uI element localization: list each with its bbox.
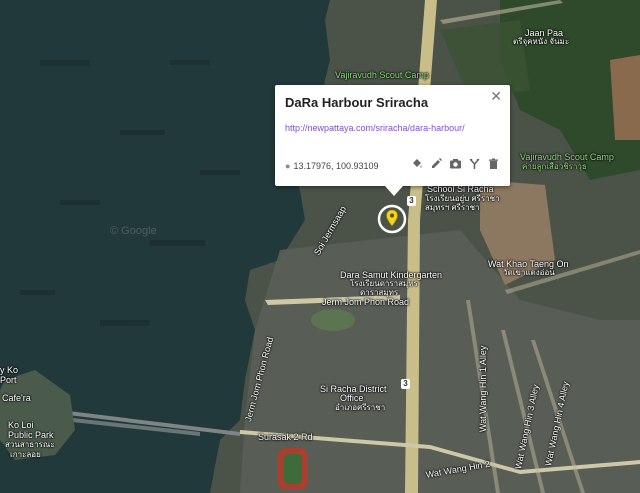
label-ko-loi-park: Public Park [8, 430, 54, 440]
map-watermark: © Google [110, 225, 157, 237]
label-jerm-jom-road: Jerm Jom Phon Road [322, 297, 410, 307]
close-icon[interactable]: ✕ [490, 88, 502, 105]
label-cafe: Cafe'ra [2, 393, 31, 403]
label-wat-wang-hin-1: Wat Wang Hin 1 Alley [478, 345, 488, 432]
label-ko-port: y Ko [0, 365, 19, 375]
place-marker[interactable] [377, 204, 407, 234]
label-jaan-paa-th: ตรีจุคหนัง จันมะ [513, 37, 570, 46]
label-ko-loi-th: สวนสาธารณะ [5, 440, 55, 449]
place-link[interactable]: http://newpattaya.com/sriracha/dara-harb… [285, 123, 465, 133]
label-ko-loi-th2: เกาะลอย [10, 450, 41, 459]
place-coordinates: ● 13.17976, 100.93109 [285, 161, 379, 171]
coords-text: 13.17976, 100.93109 [293, 161, 379, 171]
edit-icon[interactable] [430, 157, 443, 170]
label-school-th2: สมุทรฯ ศรีราชา [425, 203, 480, 212]
label-scout-camp: Vajiravudh Scout Camp [335, 70, 429, 80]
place-title: DaRa Harbour Sriracha [285, 95, 429, 110]
location-pin-icon: ● [285, 161, 291, 171]
label-district-th: อำเภอศรีราชา [335, 403, 386, 412]
label-surasak: Surasak 2 Rd [258, 432, 313, 442]
route-shield-2: 3 [401, 379, 410, 389]
label-scout-camp-2: Vajiravudh Scout Camp [520, 152, 614, 162]
card-toolbar [411, 157, 500, 170]
fill-icon[interactable] [411, 157, 424, 170]
directions-icon[interactable] [468, 157, 481, 170]
camera-icon[interactable] [449, 157, 462, 170]
label-district-2: Office [340, 393, 364, 403]
label-ko-loi: Ko Loi [8, 420, 34, 430]
route-shield: 3 [407, 196, 416, 206]
label-wat-khao-th: วัดเขาแตงอ่อน [503, 268, 555, 277]
delete-icon[interactable] [487, 157, 500, 170]
place-info-card: DaRa Harbour Sriracha ✕ http://newpattay… [275, 85, 510, 196]
marker-pin-icon [377, 204, 407, 234]
label-scout-camp-2-th: ค่ายลูกเสือวชิราวุธ [522, 162, 587, 171]
satellite-map[interactable]: © Google Vajiravudh Scout Camp Jaan Paa … [0, 0, 640, 493]
label-ko-port-2: Port [0, 375, 17, 385]
